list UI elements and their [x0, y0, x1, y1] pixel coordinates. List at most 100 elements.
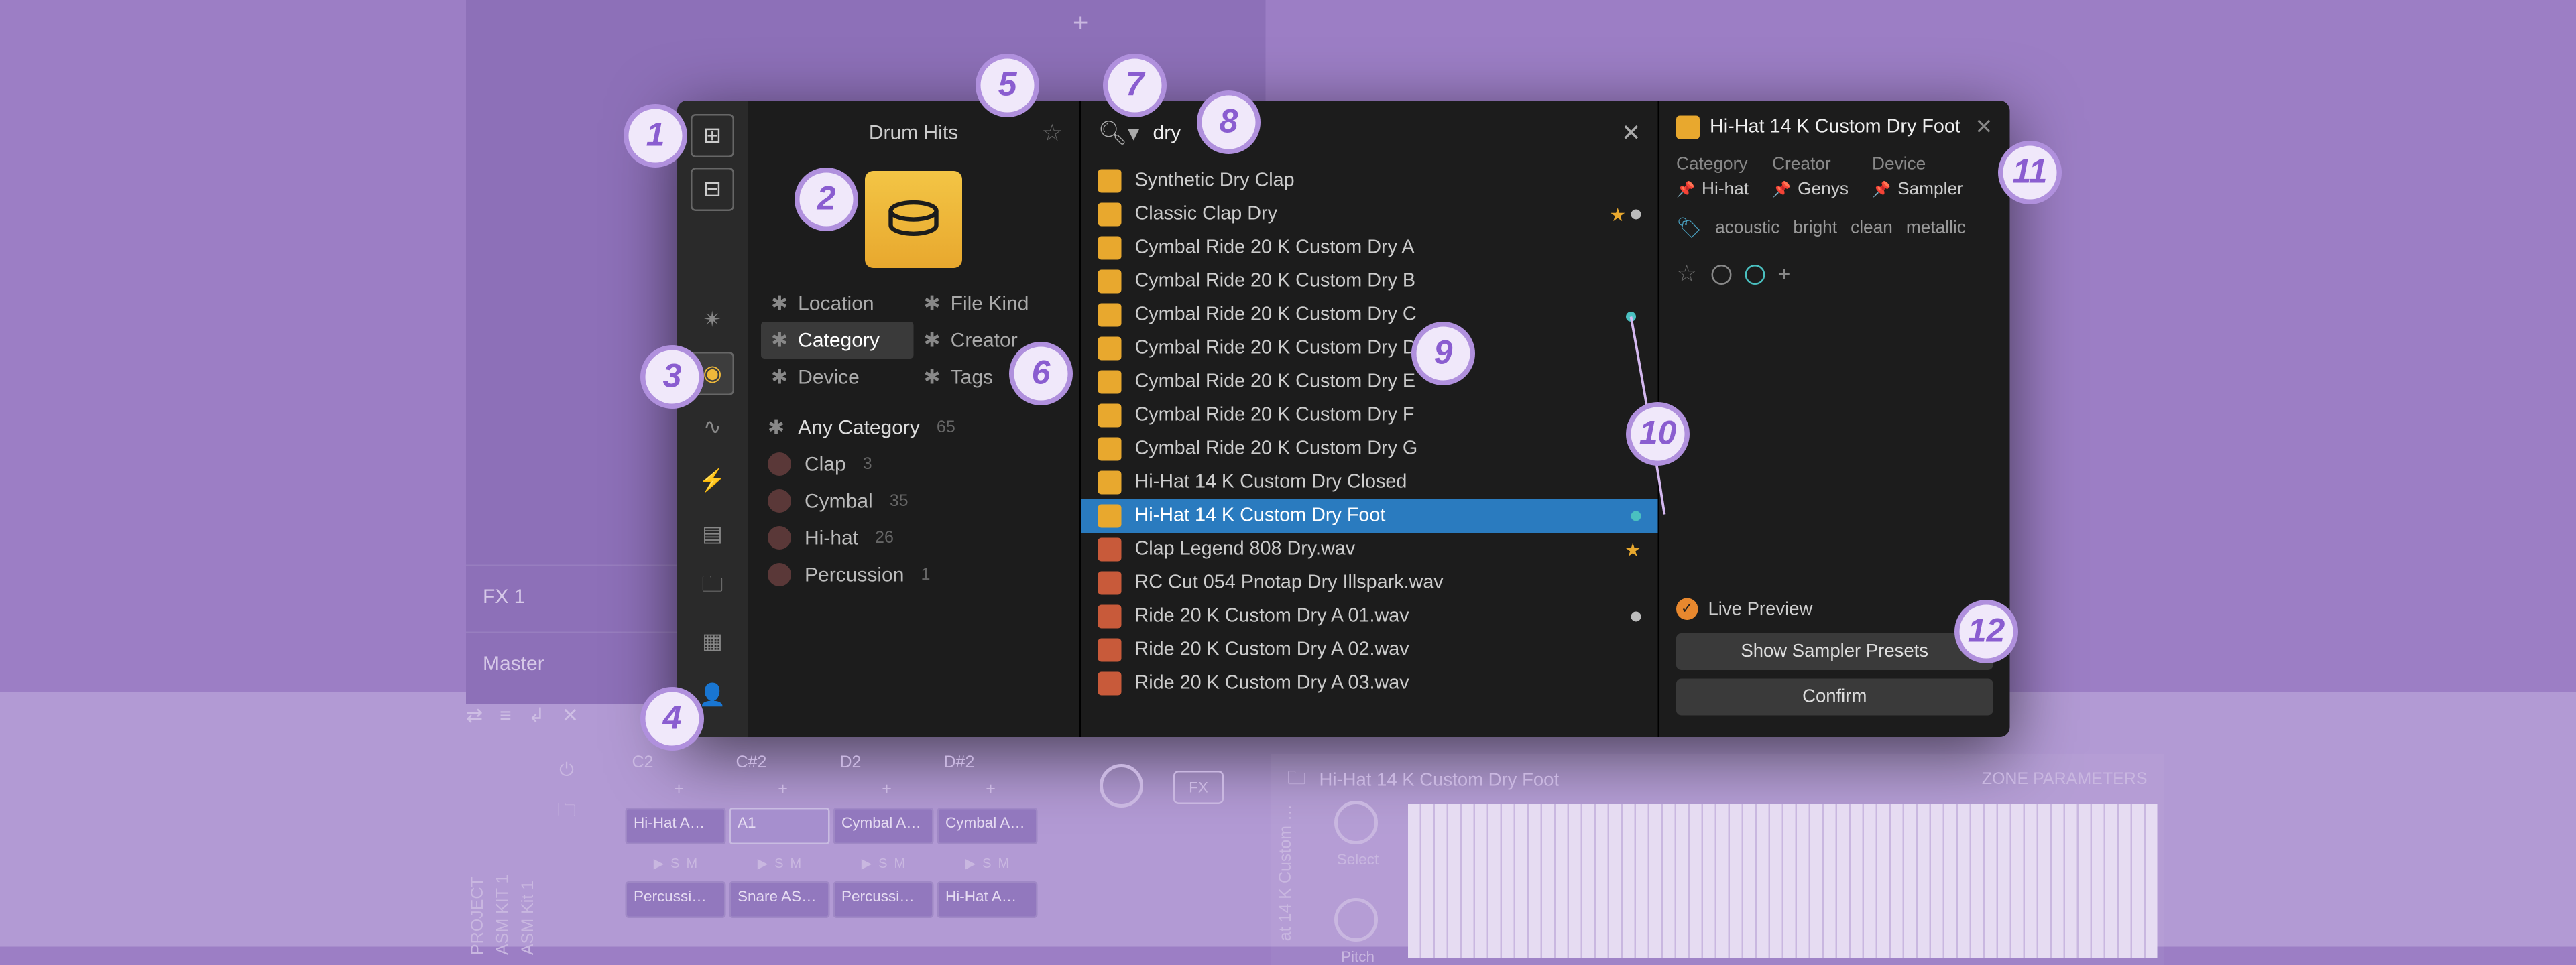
search-icon[interactable]: 🔍︎▾	[1098, 118, 1140, 147]
source-grid-icon[interactable]: ⊞	[691, 114, 734, 157]
power-icon[interactable]: ⏻	[559, 761, 574, 783]
search-row: 🔍︎▾ ✕	[1081, 101, 1658, 164]
tool-icon[interactable]: ⇄	[466, 704, 483, 727]
filter-location[interactable]: ✱Location	[761, 285, 914, 322]
category-item[interactable]: Cymbal35	[748, 482, 1079, 519]
filter-device[interactable]: ✱Device	[761, 359, 914, 395]
source-folder-icon[interactable]: 🗀	[691, 566, 734, 610]
asterisk-icon: ✱	[924, 292, 941, 315]
category-any[interactable]: ✱ Any Category 65	[748, 409, 1079, 446]
add-pad-icon[interactable]: +	[626, 781, 726, 804]
volume-knob[interactable]	[1100, 764, 1143, 808]
meta-category[interactable]: 📌Hi-hat	[1676, 180, 1749, 200]
result-item[interactable]: Classic Clap Dry★	[1081, 198, 1658, 231]
add-tab-icon[interactable]: +	[1073, 10, 1088, 40]
pad-cell[interactable]: Hi-Hat A…	[937, 881, 1038, 918]
pad-cell[interactable]: Cymbal A…	[833, 808, 934, 844]
vert-label-kit[interactable]: ASM KIT 1	[491, 754, 517, 965]
tag[interactable]: bright	[1793, 218, 1837, 238]
mute-button[interactable]: M	[894, 855, 906, 871]
result-item[interactable]: Cymbal Ride 20 K Custom Dry F	[1081, 399, 1658, 432]
mute-button[interactable]: M	[687, 855, 698, 871]
result-item[interactable]: RC Cut 054 Pnotap Dry Illspark.wav	[1081, 566, 1658, 600]
close-detail-icon[interactable]: ✕	[1975, 114, 1993, 141]
browser-results-pane: 🔍︎▾ ✕ Synthetic Dry ClapClassic Clap Dry…	[1079, 101, 1658, 737]
play-icon[interactable]: ▶	[654, 855, 664, 871]
piano-keyboard[interactable]	[1408, 804, 2158, 958]
vert-label-project[interactable]: PROJECT	[466, 754, 491, 965]
favorite-icon[interactable]: ☆	[1042, 118, 1063, 147]
solo-button[interactable]: S	[774, 855, 783, 871]
pitch-knob[interactable]	[1334, 898, 1378, 942]
filter-category[interactable]: ✱Category	[761, 322, 914, 359]
result-item[interactable]: Clap Legend 808 Dry.wav★	[1081, 533, 1658, 566]
mute-button[interactable]: M	[791, 855, 802, 871]
pad-cell[interactable]: Percussi…	[626, 881, 726, 918]
color-swatch[interactable]	[1744, 264, 1764, 284]
result-item[interactable]: Hi-Hat 14 K Custom Dry Closed	[1081, 466, 1658, 499]
select-knob[interactable]	[1334, 801, 1378, 844]
tag[interactable]: metallic	[1906, 218, 1966, 238]
result-item[interactable]: Cymbal Ride 20 K Custom Dry C	[1081, 298, 1658, 332]
pad-cell[interactable]: Hi-Hat A…	[626, 808, 726, 844]
color-swatch[interactable]	[1710, 264, 1731, 284]
zone-panel: 🗀 Hi-Hat 14 K Custom Dry Foot ZONE PARAM…	[1271, 754, 2164, 965]
result-item[interactable]: Synthetic Dry Clap	[1081, 164, 1658, 198]
show-sampler-presets-button[interactable]: Show Sampler Presets	[1676, 633, 1993, 670]
source-pkg-icon[interactable]: ▦	[691, 620, 734, 663]
result-item[interactable]: Hi-Hat 14 K Custom Dry Foot	[1081, 499, 1658, 533]
solo-button[interactable]: S	[670, 855, 679, 871]
add-pad-icon[interactable]: +	[937, 781, 1038, 804]
category-item[interactable]: Hi-hat26	[748, 519, 1079, 556]
live-preview-toggle[interactable]: ✓ Live Preview	[1676, 598, 1993, 621]
filter-filekind[interactable]: ✱File Kind	[914, 285, 1067, 322]
pad-cell[interactable]: Snare AS…	[729, 881, 830, 918]
play-icon[interactable]: ▶	[862, 855, 872, 871]
play-icon[interactable]: ▶	[965, 855, 976, 871]
result-item[interactable]: Ride 20 K Custom Dry A 03.wav	[1081, 667, 1658, 700]
confirm-button[interactable]: Confirm	[1676, 679, 1993, 716]
asterisk-icon: ✱	[771, 292, 788, 315]
result-item[interactable]: Cymbal Ride 20 K Custom Dry B	[1081, 265, 1658, 298]
tag[interactable]: acoustic	[1715, 218, 1779, 238]
folder-icon[interactable]: 🗀	[1287, 764, 1306, 796]
callout-badge: 5	[976, 54, 1039, 117]
knob-label: Pitch	[1324, 948, 1391, 965]
play-icon[interactable]: ▶	[758, 855, 768, 871]
meta-creator[interactable]: 📌Genys	[1772, 180, 1849, 200]
solo-button[interactable]: S	[878, 855, 887, 871]
meta-device[interactable]: 📌Sampler	[1872, 180, 1963, 200]
fx-button[interactable]: FX	[1173, 771, 1224, 804]
source-all-icon[interactable]: ✴	[691, 298, 734, 342]
source-wave-icon[interactable]: ∿	[691, 405, 734, 449]
solo-button[interactable]: S	[982, 855, 991, 871]
result-item[interactable]: Ride 20 K Custom Dry A 01.wav	[1081, 600, 1658, 633]
pad-cell[interactable]: Cymbal A…	[937, 808, 1038, 844]
category-item[interactable]: Percussion1	[748, 556, 1079, 593]
source-files-icon[interactable]: ▤	[691, 513, 734, 556]
category-item[interactable]: Clap3	[748, 446, 1079, 482]
folder-icon[interactable]: 🗀	[557, 796, 576, 828]
vert-label-kit2[interactable]: ASM Kit 1	[516, 754, 542, 965]
add-pad-icon[interactable]: +	[729, 781, 830, 804]
source-grid2-icon[interactable]: ⊟	[691, 168, 734, 211]
favorite-icon[interactable]: ☆	[1676, 260, 1697, 289]
result-item[interactable]: Cymbal Ride 20 K Custom Dry G	[1081, 432, 1658, 466]
close-icon[interactable]: ✕	[562, 704, 579, 727]
pad-cell[interactable]: A1	[729, 808, 830, 844]
result-item[interactable]: Cymbal Ride 20 K Custom Dry A	[1081, 231, 1658, 265]
tag[interactable]: clean	[1851, 218, 1893, 238]
clear-search-icon[interactable]: ✕	[1621, 118, 1641, 147]
category-icon	[768, 526, 791, 550]
tool-icon[interactable]: ≡	[500, 704, 512, 727]
check-icon: ✓	[1676, 598, 1698, 621]
result-item[interactable]: Cymbal Ride 20 K Custom Dry E	[1081, 365, 1658, 399]
source-plug-icon[interactable]: ⚡	[691, 459, 734, 503]
result-item[interactable]: Ride 20 K Custom Dry A 02.wav	[1081, 633, 1658, 667]
result-item[interactable]: Cymbal Ride 20 K Custom Dry D	[1081, 332, 1658, 365]
pad-cell[interactable]: Percussi…	[833, 881, 934, 918]
add-pad-icon[interactable]: +	[833, 781, 934, 804]
tool-icon[interactable]: ↲	[528, 704, 545, 727]
mute-button[interactable]: M	[998, 855, 1010, 871]
add-color-icon[interactable]: +	[1777, 261, 1790, 287]
